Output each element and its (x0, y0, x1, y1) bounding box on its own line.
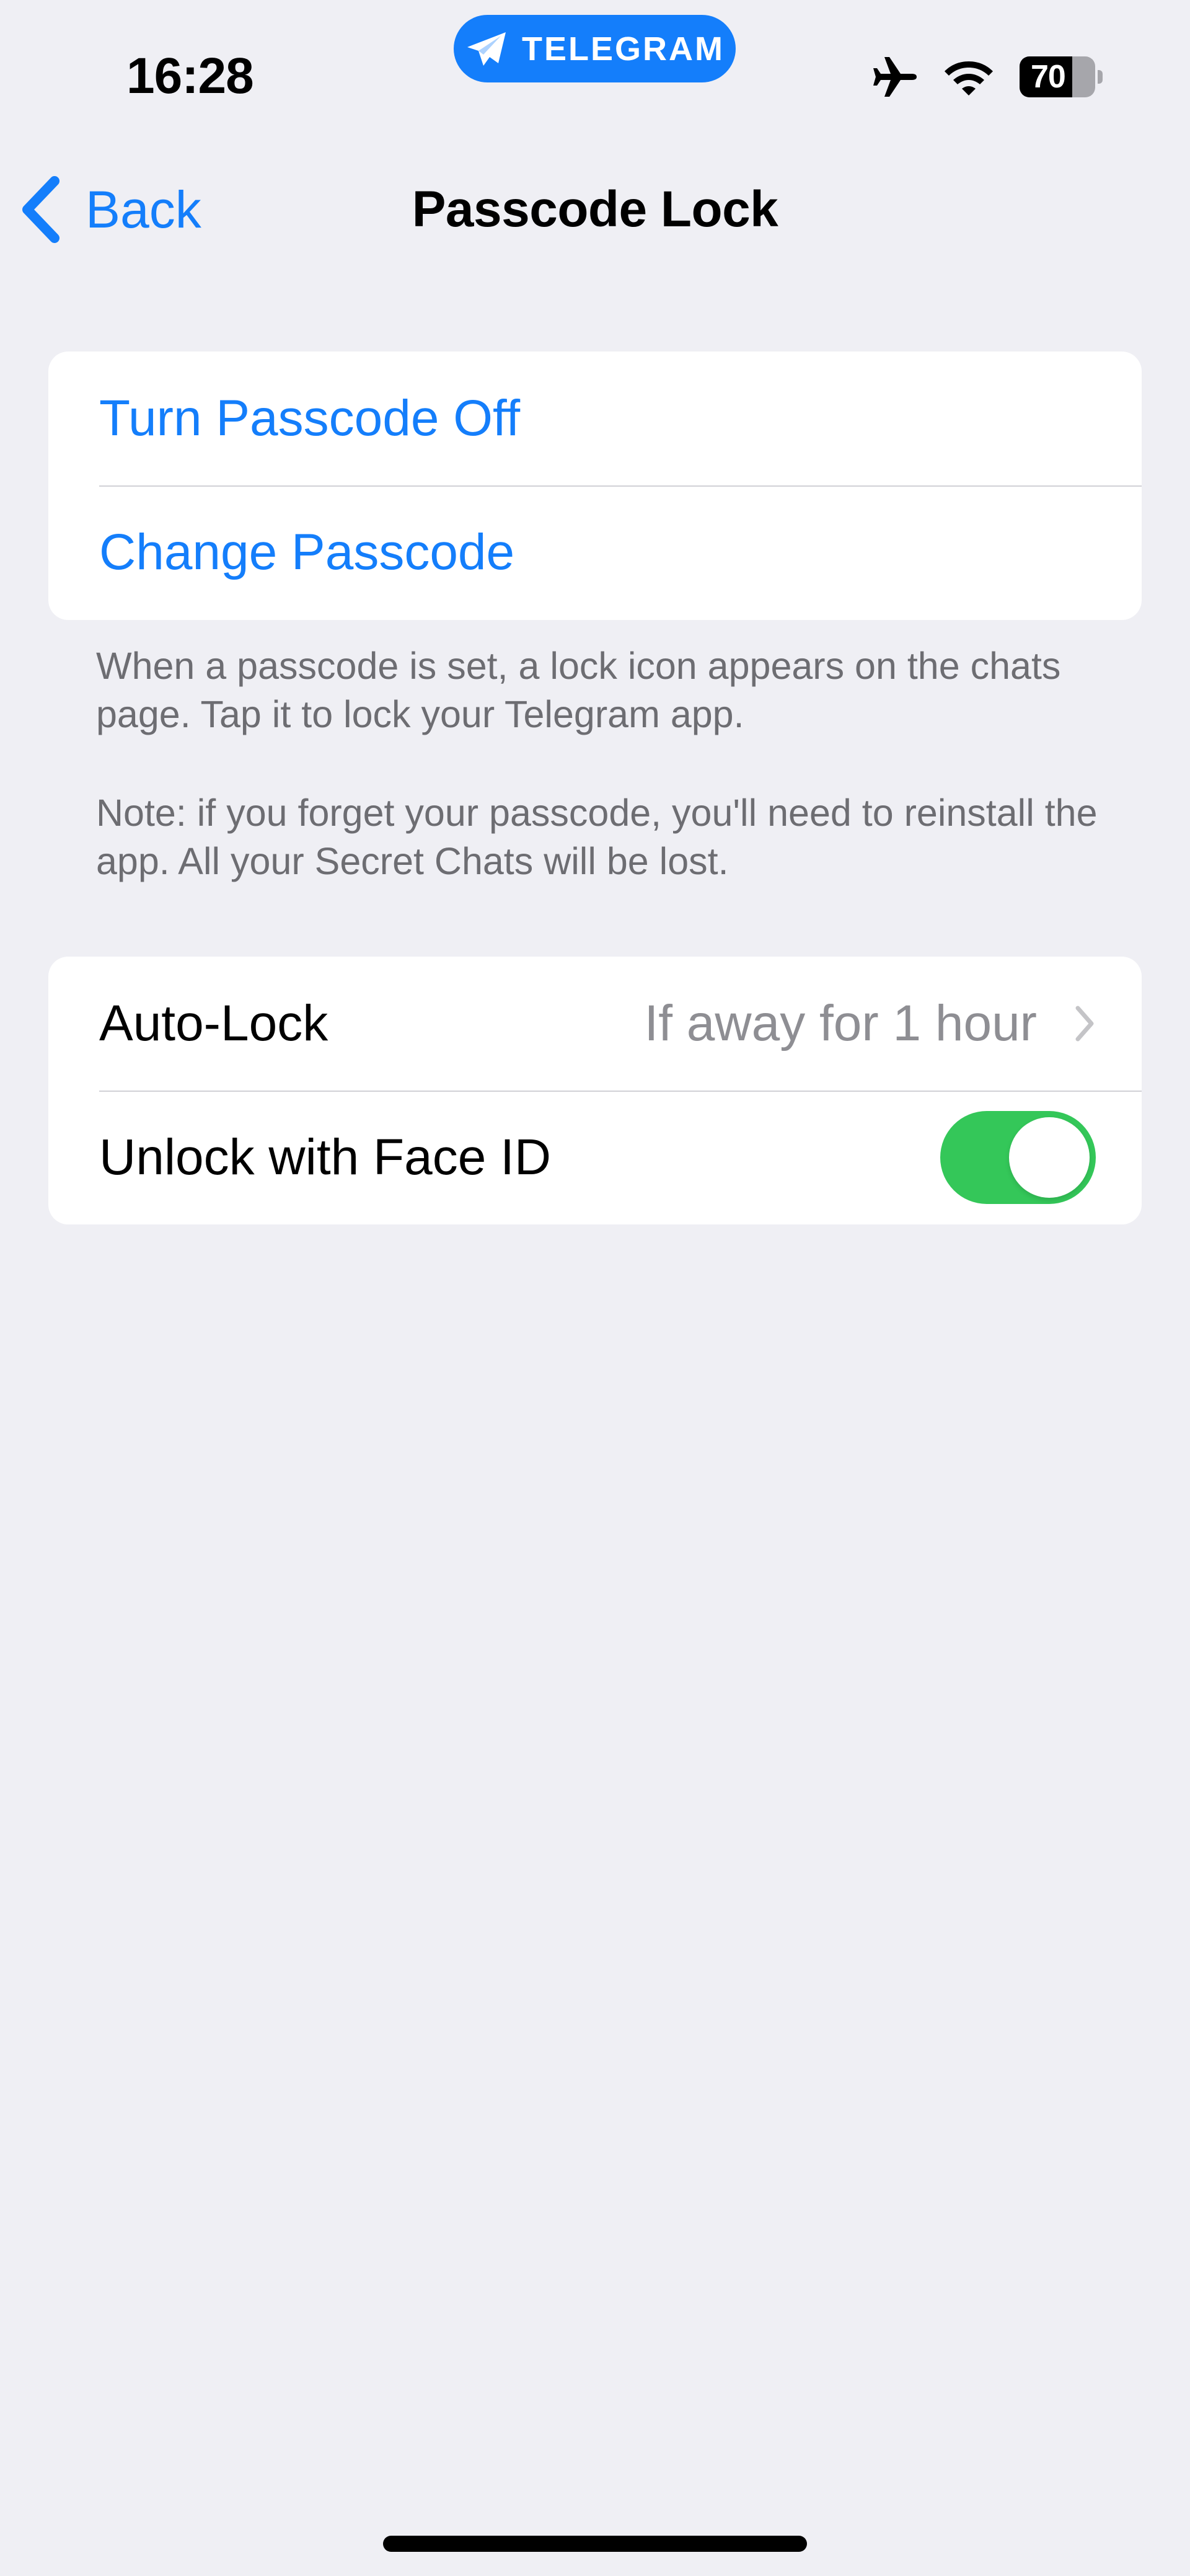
battery-percent: 70 (1031, 59, 1066, 95)
turn-passcode-off-button[interactable]: Turn Passcode Off (48, 352, 1142, 485)
telegram-app-pill[interactable]: TELEGRAM (454, 15, 736, 82)
auto-lock-row[interactable]: Auto-Lock If away for 1 hour (48, 957, 1142, 1091)
passcode-warning-text: Note: if you forget your passcode, you'l… (96, 792, 1098, 882)
face-id-row: Unlock with Face ID (48, 1091, 1142, 1224)
airplane-mode-icon (873, 57, 917, 97)
lock-options-card: Auto-Lock If away for 1 hour Unlock with… (48, 957, 1142, 1224)
turn-passcode-off-label: Turn Passcode Off (99, 390, 521, 446)
change-passcode-label: Change Passcode (99, 524, 515, 580)
telegram-plane-icon (467, 32, 506, 66)
wifi-icon (945, 61, 993, 95)
passcode-actions-card: Turn Passcode Off Change Passcode (48, 352, 1142, 620)
telegram-pill-label: TELEGRAM (522, 30, 725, 68)
page-title: Passcode Lock (412, 181, 778, 237)
chevron-right-icon (1075, 1006, 1094, 1042)
passcode-info-text: When a passcode is set, a lock icon appe… (96, 645, 1061, 735)
battery-icon: 70 (1020, 56, 1095, 97)
status-icons: 70 (871, 52, 1103, 102)
status-time: 16:28 (126, 48, 254, 104)
home-indicator[interactable] (383, 2536, 807, 2552)
auto-lock-value: If away for 1 hour (644, 995, 1037, 1051)
face-id-label: Unlock with Face ID (99, 1129, 552, 1185)
battery-cap (1098, 70, 1103, 84)
face-id-toggle[interactable] (940, 1111, 1096, 1204)
change-passcode-button[interactable]: Change Passcode (48, 485, 1142, 619)
auto-lock-label: Auto-Lock (99, 995, 328, 1051)
toggle-knob (1009, 1117, 1090, 1198)
